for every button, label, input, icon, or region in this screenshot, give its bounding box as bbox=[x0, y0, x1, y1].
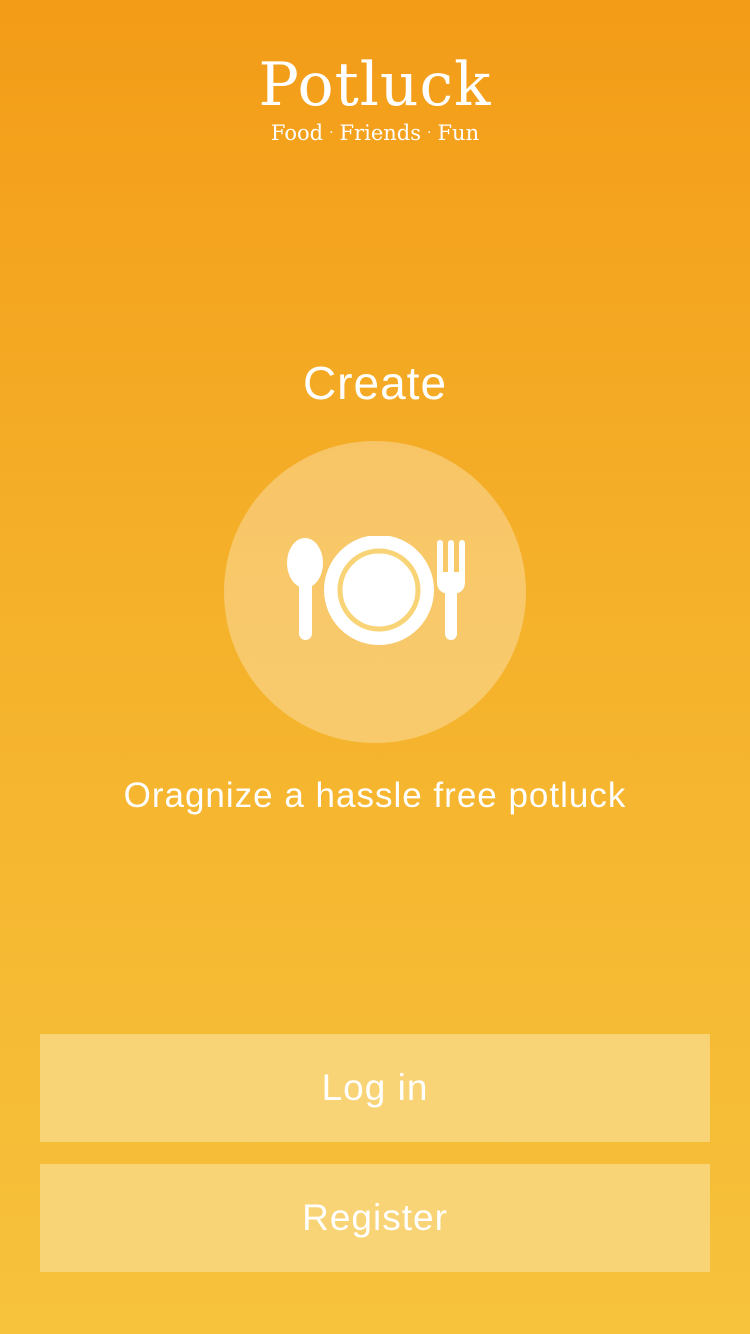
feature-title: Create bbox=[302, 357, 448, 409]
tagline-separator: · bbox=[329, 125, 334, 141]
tagline-separator: · bbox=[427, 125, 432, 141]
tagline-word-fun: Fun bbox=[437, 121, 480, 145]
plate-with-spoon-and-fork-icon bbox=[287, 536, 465, 645]
feature-icon-circle bbox=[224, 441, 526, 743]
tagline-word-food: Food bbox=[270, 121, 324, 145]
app-header: Potluck Food · Friends · Fun bbox=[0, 50, 750, 146]
feature-description: Oragnize a hassle free potluck bbox=[123, 776, 627, 815]
register-button[interactable]: Register bbox=[40, 1164, 710, 1272]
tagline-word-friends: Friends bbox=[339, 121, 422, 145]
app-title: Potluck bbox=[258, 50, 492, 120]
login-button[interactable]: Log in bbox=[40, 1034, 710, 1142]
app-tagline: Food · Friends · Fun bbox=[0, 120, 750, 146]
